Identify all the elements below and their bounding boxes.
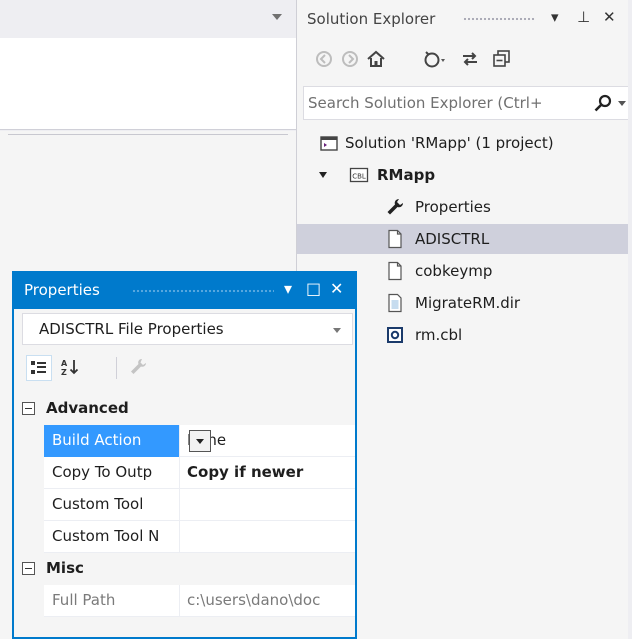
properties-title: Properties xyxy=(24,281,100,299)
close-icon[interactable]: ✕ xyxy=(603,8,616,26)
property-name: Full Path xyxy=(44,585,180,617)
property-value[interactable]: c:\users\dano\doc xyxy=(181,585,355,617)
property-pages-icon xyxy=(131,359,146,374)
titlebar-grip[interactable] xyxy=(132,289,274,294)
property-name: Copy To Outp xyxy=(44,457,180,489)
sync-icon[interactable] xyxy=(459,48,481,70)
property-value[interactable]: Copy if newer xyxy=(181,457,355,489)
solution-explorer-titlebar[interactable]: Solution Explorer ▾ ⊥ ✕ xyxy=(297,0,632,38)
cbl-file-icon xyxy=(387,327,403,343)
svg-text:Z: Z xyxy=(61,368,67,377)
property-value[interactable] xyxy=(181,489,355,521)
collapse-icon[interactable] xyxy=(22,402,35,415)
tree-item-adisctrl[interactable]: ADISCTRL xyxy=(297,224,632,254)
property-name: Build Action xyxy=(44,425,180,457)
properties-titlebar[interactable]: Properties ▾ □ ✕ xyxy=(14,273,355,309)
back-icon[interactable] xyxy=(313,48,335,70)
tree-item-solution[interactable]: Solution 'RMapp' (1 project) xyxy=(297,128,632,158)
solution-icon xyxy=(320,136,338,151)
editor-divider xyxy=(8,134,288,135)
search-input[interactable] xyxy=(308,91,588,115)
categorized-button[interactable] xyxy=(26,355,52,381)
chevron-down-icon[interactable] xyxy=(189,430,211,452)
category-advanced[interactable]: Advanced xyxy=(18,393,355,425)
tree-item-label: RMapp xyxy=(377,166,436,184)
object-selector-value: ADISCTRL File Properties xyxy=(39,320,224,338)
property-row-custom-tool[interactable]: Custom Tool xyxy=(44,489,355,521)
search-options-dropdown-icon[interactable] xyxy=(618,101,626,106)
alphabetical-button[interactable]: A Z xyxy=(58,355,84,381)
maximize-icon[interactable]: □ xyxy=(306,279,321,298)
property-name: Custom Tool xyxy=(44,489,180,521)
alphabetical-icon: A Z xyxy=(61,359,79,377)
tree-item-project[interactable]: CBL RMapp xyxy=(297,160,632,190)
dir-file-icon xyxy=(388,293,402,313)
property-pages-button[interactable] xyxy=(126,355,152,381)
history-icon[interactable] xyxy=(421,48,447,70)
property-row-build-action[interactable]: Build Action None xyxy=(44,425,355,457)
property-value[interactable] xyxy=(181,521,355,553)
solution-explorer-title: Solution Explorer xyxy=(307,10,436,28)
tree-item-label: Solution 'RMapp' (1 project) xyxy=(345,134,554,152)
tree-item-label: MigrateRM.dir xyxy=(415,294,521,312)
solution-explorer-toolbar xyxy=(297,40,632,80)
properties-window: Properties ▾ □ ✕ ADISCTRL File Propertie… xyxy=(12,271,357,639)
category-name: Misc xyxy=(46,559,84,577)
properties-toolbar: A Z xyxy=(22,351,353,387)
solution-explorer-search xyxy=(303,86,632,120)
tree-item-label: cobkeymp xyxy=(415,262,493,280)
editor-document[interactable] xyxy=(0,38,296,130)
tree-item-label: rm.cbl xyxy=(415,326,463,344)
tree-item-properties[interactable]: Properties xyxy=(297,192,632,222)
window-edge xyxy=(628,0,632,639)
home-icon[interactable] xyxy=(365,48,387,70)
editor-tab-strip xyxy=(0,0,296,38)
property-row-copy-to-output[interactable]: Copy To Outp Copy if newer xyxy=(44,457,355,489)
window-menu-dropdown-icon[interactable]: ▾ xyxy=(551,8,559,26)
object-selector[interactable]: ADISCTRL File Properties xyxy=(22,313,353,345)
property-grid: Advanced Build Action None Copy To Outp … xyxy=(18,393,355,633)
property-name: Custom Tool N xyxy=(44,521,180,553)
toolbar-separator xyxy=(116,357,117,379)
file-icon xyxy=(388,261,402,281)
cobol-project-icon: CBL xyxy=(349,167,369,183)
forward-icon[interactable] xyxy=(339,48,361,70)
wrench-icon xyxy=(387,199,403,215)
pin-icon[interactable]: ⊥ xyxy=(577,8,590,26)
search-icon[interactable] xyxy=(592,93,614,115)
category-name: Advanced xyxy=(46,399,129,417)
expander-icon[interactable] xyxy=(319,172,327,178)
svg-text:CBL: CBL xyxy=(352,173,366,181)
property-row-custom-tool-namespace[interactable]: Custom Tool N xyxy=(44,521,355,553)
collapse-icon[interactable] xyxy=(22,562,35,575)
collapse-all-icon[interactable] xyxy=(491,48,513,70)
chevron-down-icon[interactable] xyxy=(333,328,341,333)
property-row-full-path[interactable]: Full Path c:\users\dano\doc xyxy=(44,585,355,617)
tree-item-label: Properties xyxy=(415,198,491,216)
window-menu-dropdown-icon[interactable]: ▾ xyxy=(284,279,292,298)
chevron-down-icon[interactable] xyxy=(272,14,282,20)
file-icon xyxy=(388,229,402,249)
close-icon[interactable]: ✕ xyxy=(330,279,343,298)
categorized-icon xyxy=(31,361,46,374)
tree-item-label: ADISCTRL xyxy=(415,230,490,248)
category-misc[interactable]: Misc xyxy=(18,553,355,585)
svg-text:A: A xyxy=(61,359,68,368)
titlebar-grip[interactable] xyxy=(463,17,535,22)
